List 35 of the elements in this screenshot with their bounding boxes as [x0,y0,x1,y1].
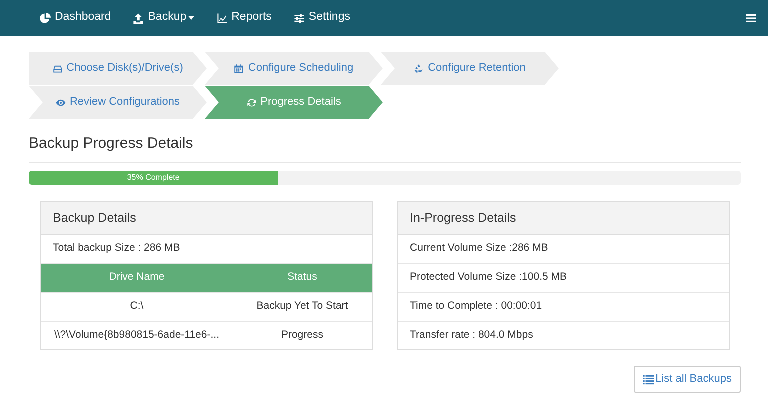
wizard-step[interactable]: Review Configurations [29,86,207,119]
wizard-step[interactable]: Progress Details [205,86,383,119]
page-heading: Backup Progress Details [29,133,741,162]
nav-link[interactable]: Dashboard [40,9,112,27]
wizard-step[interactable]: Configure Scheduling [205,52,383,85]
list-icon [642,374,654,384]
calendar-icon [234,64,244,74]
nav-link[interactable]: Reports [216,9,272,27]
nav-link[interactable]: Settings [294,9,350,27]
nav-link[interactable]: Backup [133,9,195,27]
line-chart-icon [216,12,228,24]
menu-icon[interactable] [746,14,756,22]
panel-title: Backup Details [41,202,372,236]
detail-row: Time to Complete : 00:00:01 [398,292,729,322]
refresh-icon [246,98,257,108]
drive-icon [52,64,63,74]
sliders-icon [294,12,305,24]
pie-chart-icon [40,12,51,24]
detail-row-text: Transfer rate : 804.0 Mbps [409,328,534,342]
eye-icon [56,98,66,108]
table-cell: Backup Yet To Start [232,292,372,321]
progress-fill: 35% Complete [29,170,278,184]
table-cell: Progress [232,321,372,350]
wizard-step[interactable]: Choose Disk(s)/Drive(s) [29,52,207,85]
table-cell: C:\ [41,292,233,321]
list-all-backups-button[interactable]: List all Backups [634,366,741,393]
upload-icon [133,12,144,24]
detail-row: Current Volume Size :286 MB [398,235,729,264]
panel-title: In-Progress Details [398,202,729,236]
wizard-step[interactable]: Configure Retention [381,52,559,85]
detail-row: Protected Volume Size :100.5 MB [398,264,729,293]
recycle-icon [414,64,424,74]
table-cell: \\?\Volume{8b980815-6ade-11e6-... [41,321,233,350]
column-header: Status [232,264,372,292]
column-header: Drive Name [41,264,233,292]
